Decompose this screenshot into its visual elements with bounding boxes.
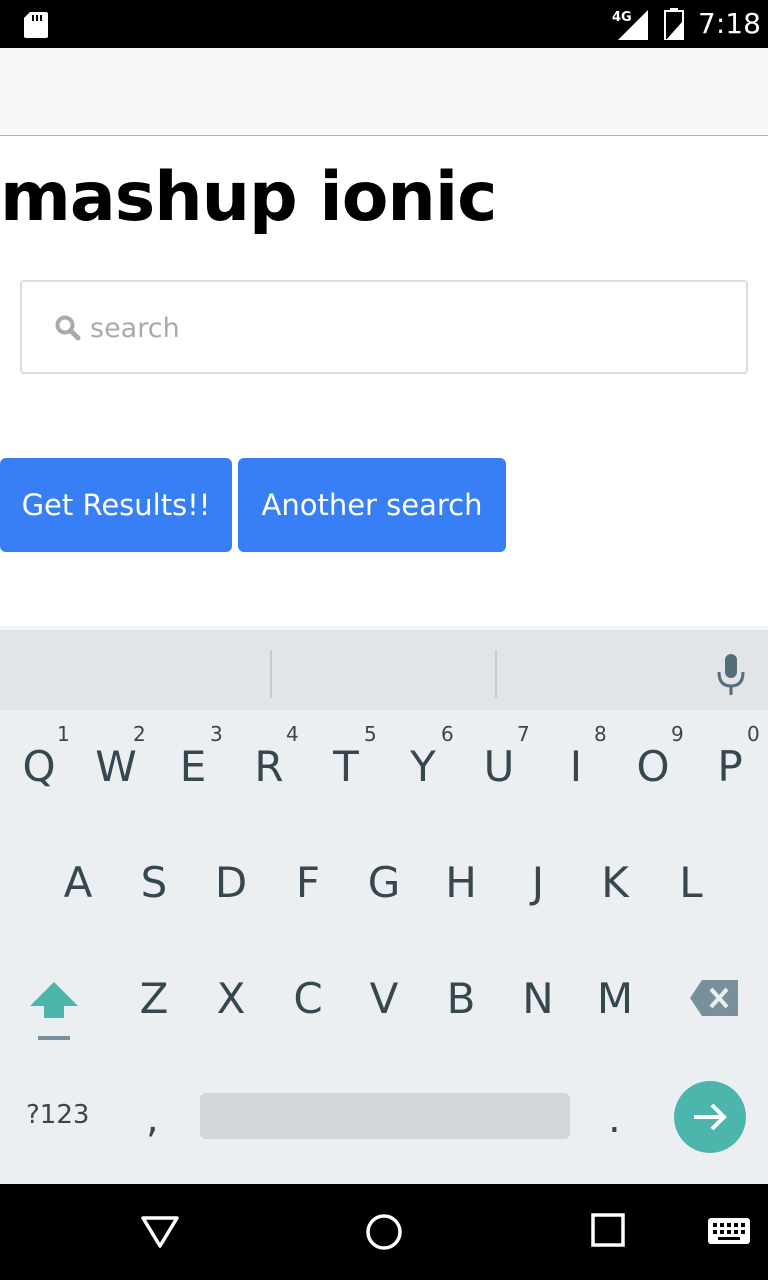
key-x[interactable]: X — [193, 974, 269, 1023]
enter-key[interactable] — [674, 1081, 746, 1153]
sd-card-icon — [24, 12, 48, 38]
key-hint-8: 8 — [594, 722, 607, 746]
signal-icon — [618, 10, 648, 40]
suggestion-divider — [495, 650, 497, 698]
navigation-bar — [0, 1184, 768, 1280]
key-t[interactable]: T — [308, 742, 384, 791]
key-f[interactable]: F — [270, 858, 346, 907]
recents-icon[interactable] — [590, 1212, 626, 1248]
suggestion-divider — [270, 650, 272, 698]
key-u[interactable]: U — [461, 742, 537, 791]
key-q[interactable]: Q — [1, 742, 77, 791]
key-hint-6: 6 — [441, 722, 454, 746]
key-hint-7: 7 — [517, 722, 530, 746]
key-m[interactable]: M — [577, 974, 653, 1023]
key-p[interactable]: P — [692, 742, 768, 791]
clock: 7:18 — [698, 7, 761, 40]
key-hint-3: 3 — [210, 722, 223, 746]
key-n[interactable]: N — [500, 974, 576, 1023]
microphone-icon[interactable] — [714, 652, 748, 696]
key-hint-4: 4 — [286, 722, 299, 746]
keyboard-icon[interactable] — [708, 1218, 750, 1248]
key-r[interactable]: R — [231, 742, 307, 791]
back-icon[interactable] — [140, 1212, 180, 1252]
battery-icon — [664, 8, 684, 40]
period-key[interactable]: . — [608, 1096, 621, 1142]
home-icon[interactable] — [364, 1212, 404, 1252]
key-w[interactable]: W — [78, 742, 154, 791]
key-k[interactable]: K — [577, 858, 653, 907]
shift-icon[interactable] — [28, 978, 80, 1044]
another-search-button[interactable]: Another search — [238, 458, 506, 552]
search-icon — [55, 315, 81, 341]
key-c[interactable]: C — [270, 974, 346, 1023]
key-hint-5: 5 — [364, 722, 377, 746]
key-b[interactable]: B — [423, 974, 499, 1023]
key-z[interactable]: Z — [116, 974, 192, 1023]
suggestion-strip — [0, 626, 768, 710]
key-j[interactable]: J — [500, 858, 576, 907]
status-bar: 4G 7:18 — [0, 0, 768, 48]
key-s[interactable]: S — [116, 858, 192, 907]
arrow-right-icon — [694, 1103, 727, 1131]
key-a[interactable]: A — [40, 858, 116, 907]
key-hint-2: 2 — [133, 722, 146, 746]
symbols-key[interactable]: ?123 — [26, 1100, 89, 1130]
key-l[interactable]: L — [653, 858, 729, 907]
key-hint-1: 1 — [57, 722, 70, 746]
key-g[interactable]: G — [346, 858, 422, 907]
app-header — [0, 48, 768, 136]
key-e[interactable]: E — [155, 742, 231, 791]
space-key[interactable] — [200, 1093, 570, 1139]
key-hint-0: 0 — [747, 722, 760, 746]
key-o[interactable]: O — [615, 742, 691, 791]
search-box[interactable] — [20, 280, 748, 374]
page-title: mashup ionic — [0, 158, 497, 237]
get-results-button[interactable]: Get Results!! — [0, 458, 232, 552]
key-hint-9: 9 — [671, 722, 684, 746]
search-input[interactable] — [90, 302, 710, 354]
key-y[interactable]: Y — [385, 742, 461, 791]
key-h[interactable]: H — [423, 858, 499, 907]
key-i[interactable]: I — [538, 742, 614, 791]
key-d[interactable]: D — [193, 858, 269, 907]
soft-keyboard: Q W E R T Y U I O P 1 2 3 4 5 6 7 8 9 0 … — [0, 626, 768, 1184]
backspace-icon[interactable] — [688, 978, 740, 1018]
comma-key[interactable]: , — [146, 1096, 159, 1142]
key-v[interactable]: V — [346, 974, 422, 1023]
